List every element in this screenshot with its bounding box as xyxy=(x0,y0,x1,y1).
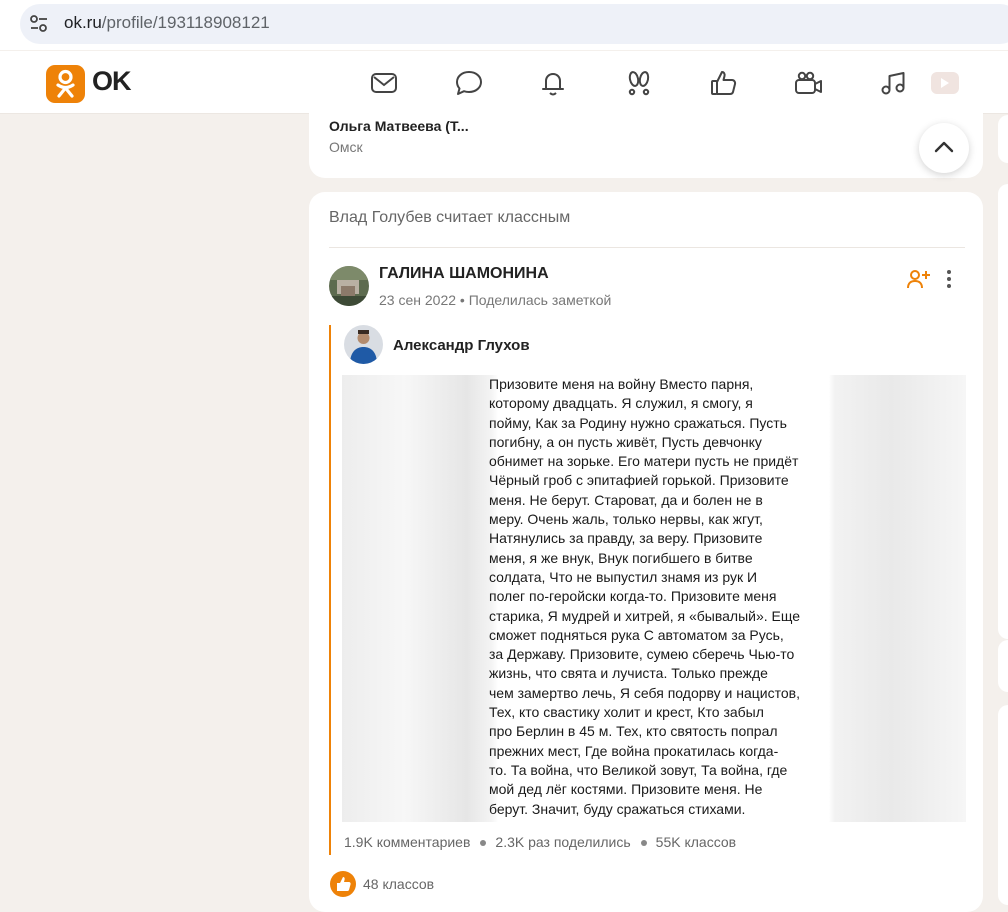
divider xyxy=(329,247,965,248)
poem-line: старика, Я мудрей и хитрей, я «бывалый».… xyxy=(489,607,801,624)
poem-line: мой дед лёг костями. Призовите меня. Не xyxy=(489,781,763,798)
poem-line: берут. Значит, буду сражаться стихами. xyxy=(489,800,746,817)
poem-line: меня. Не берут. Староват, да и болен не … xyxy=(489,491,763,508)
poem-line: пойму, Как за Родину нужно сражаться. Пу… xyxy=(489,414,787,431)
stats-separator xyxy=(640,840,647,847)
add-friend-icon[interactable] xyxy=(906,268,930,290)
meta-separator: • xyxy=(459,292,465,308)
quoted-author[interactable]: Александр Глухов xyxy=(393,337,530,354)
poem-line: погибну, а он пусть живёт, Пусть девчонк… xyxy=(489,433,762,450)
poem-line: обнимет на зорьке. Его матери пусть не п… xyxy=(489,453,799,470)
poem-line: Тех, кто свастику холит и крест, Кто заб… xyxy=(489,704,764,721)
post-author[interactable]: ГАЛИНА ШАМОНИНА xyxy=(379,265,549,283)
previous-card xyxy=(309,100,983,178)
poem-line: меня, я же внук, Внук погибшего в битве xyxy=(489,549,753,566)
right-column-card xyxy=(998,115,1008,163)
likes-count[interactable]: 55K классов xyxy=(656,834,736,850)
tune-icon[interactable] xyxy=(28,13,50,35)
poem-line: жизнь, что свята и лучиста. Только прежд… xyxy=(489,665,768,682)
previous-card-name[interactable]: Ольга Матвеева (Т... xyxy=(329,118,469,134)
quoted-author-avatar[interactable] xyxy=(344,325,383,364)
poem-text: Призовите меня на войну Вместо парня, кот… xyxy=(489,375,827,819)
guests-icon[interactable] xyxy=(624,68,654,98)
post-stats: 1.9K комментариев 2.3K раз поделились 55K … xyxy=(344,834,736,850)
ok-logo-icon[interactable] xyxy=(46,65,85,103)
scroll-top-button[interactable] xyxy=(919,123,969,173)
more-options-icon[interactable] xyxy=(940,268,958,290)
quote-bar xyxy=(329,325,331,855)
poem-line: про Берлин в 45 м. Тех, кто святость поп… xyxy=(489,723,778,740)
poem-line: Призовите меня на войну Вместо парня, xyxy=(489,376,754,392)
like-icon[interactable] xyxy=(709,68,739,98)
right-column-card xyxy=(998,184,1008,639)
video-camera-icon[interactable] xyxy=(793,68,823,98)
shares-count[interactable]: 2.3K раз поделились xyxy=(495,834,630,850)
poem-line: прежних мест, Где война прокатилась когд… xyxy=(489,742,779,759)
poem-line: которому двадцать. Я служил, я смогу, я xyxy=(489,395,753,412)
url-host: ok.ru xyxy=(64,13,102,32)
browser-address-bar: ok.ru/profile/193118908121 xyxy=(0,0,1008,50)
poem-line: полег по-геройски когда-то. Призовите ме… xyxy=(489,588,777,605)
post-meta: 23 сен 2022 • Поделилась заметкой xyxy=(379,292,611,308)
comments-count[interactable]: 1.9K комментариев xyxy=(344,834,470,850)
post-date[interactable]: 23 сен 2022 xyxy=(379,292,456,308)
right-column-card xyxy=(998,640,1008,692)
stats-separator xyxy=(480,840,487,847)
video-play-icon[interactable] xyxy=(929,68,959,98)
chat-icon[interactable] xyxy=(454,68,484,98)
own-likes-count[interactable]: 48 классов xyxy=(363,876,434,892)
logo-text[interactable]: OK xyxy=(92,66,131,97)
poem-line: Натянулись за правду, за веру. Призовите xyxy=(489,530,763,547)
previous-card-city: Омск xyxy=(329,139,363,155)
poem-line: за Державу. Призовите, сумею сберечь Чью… xyxy=(489,646,795,663)
poem-line: сможет подняться рука С автоматом за Рус… xyxy=(489,626,784,643)
music-icon[interactable] xyxy=(878,68,908,98)
mail-icon[interactable] xyxy=(369,68,399,98)
poem-line: чем замертво лечь, Я себя подорву и наци… xyxy=(489,684,800,701)
liked-by-text[interactable]: Влад Голубев считает классным xyxy=(329,209,570,227)
chevron-up-icon xyxy=(934,141,954,153)
bell-icon[interactable] xyxy=(538,68,568,98)
url-path: /profile/193118908121 xyxy=(101,13,270,32)
poem-line: солдата, Что не выпустил знамя из рук И xyxy=(489,568,758,585)
right-column-card xyxy=(998,705,1008,905)
class-like-icon[interactable] xyxy=(330,871,356,897)
url-text[interactable]: ok.ru/profile/193118908121 xyxy=(64,13,270,33)
poem-line: то. Та война, что Великой зовут, Та войн… xyxy=(489,761,788,778)
poem-line: Чёрный гроб с эпитафией горькой. Призови… xyxy=(489,472,789,489)
poem-line: меру. Очень жаль, только нервы, как жгут… xyxy=(489,511,763,528)
post-action: Поделилась заметкой xyxy=(468,292,612,308)
author-avatar[interactable] xyxy=(329,266,369,306)
